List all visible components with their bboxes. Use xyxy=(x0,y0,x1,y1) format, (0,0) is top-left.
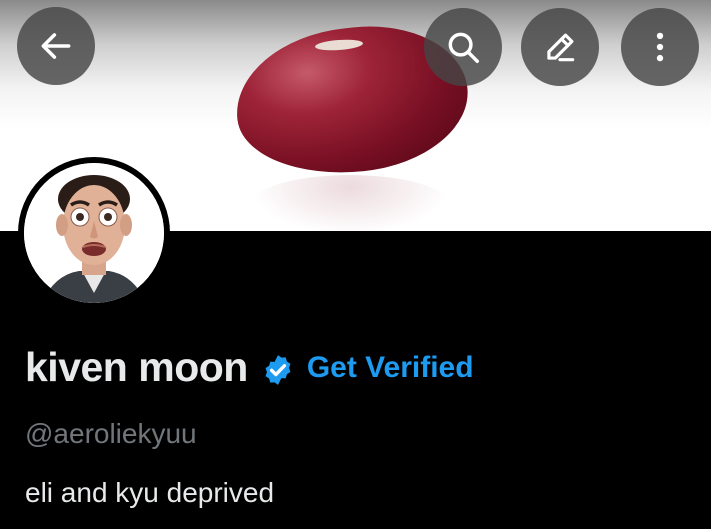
arrow-left-icon xyxy=(41,33,71,59)
search-icon xyxy=(448,32,479,63)
verified-badge-icon[interactable] xyxy=(261,353,295,387)
profile-name-row: kiven moon Get Verified xyxy=(25,344,474,391)
more-vertical-icon xyxy=(656,32,664,62)
pencil-icon xyxy=(547,33,575,62)
banner-bean-reflection xyxy=(250,175,450,231)
more-options-button[interactable] xyxy=(621,8,699,86)
display-name: kiven moon xyxy=(25,344,248,390)
avatar-ring[interactable] xyxy=(18,157,170,309)
back-button[interactable] xyxy=(17,7,95,85)
profile-handle: @aeroliekyuu xyxy=(25,418,197,449)
search-button[interactable] xyxy=(424,8,502,86)
get-verified-link[interactable]: Get Verified xyxy=(307,351,474,385)
edit-button[interactable] xyxy=(521,8,599,86)
profile-bio: eli and kyu deprived xyxy=(25,477,275,508)
avatar[interactable] xyxy=(24,163,164,303)
avatar-photo xyxy=(24,163,164,303)
